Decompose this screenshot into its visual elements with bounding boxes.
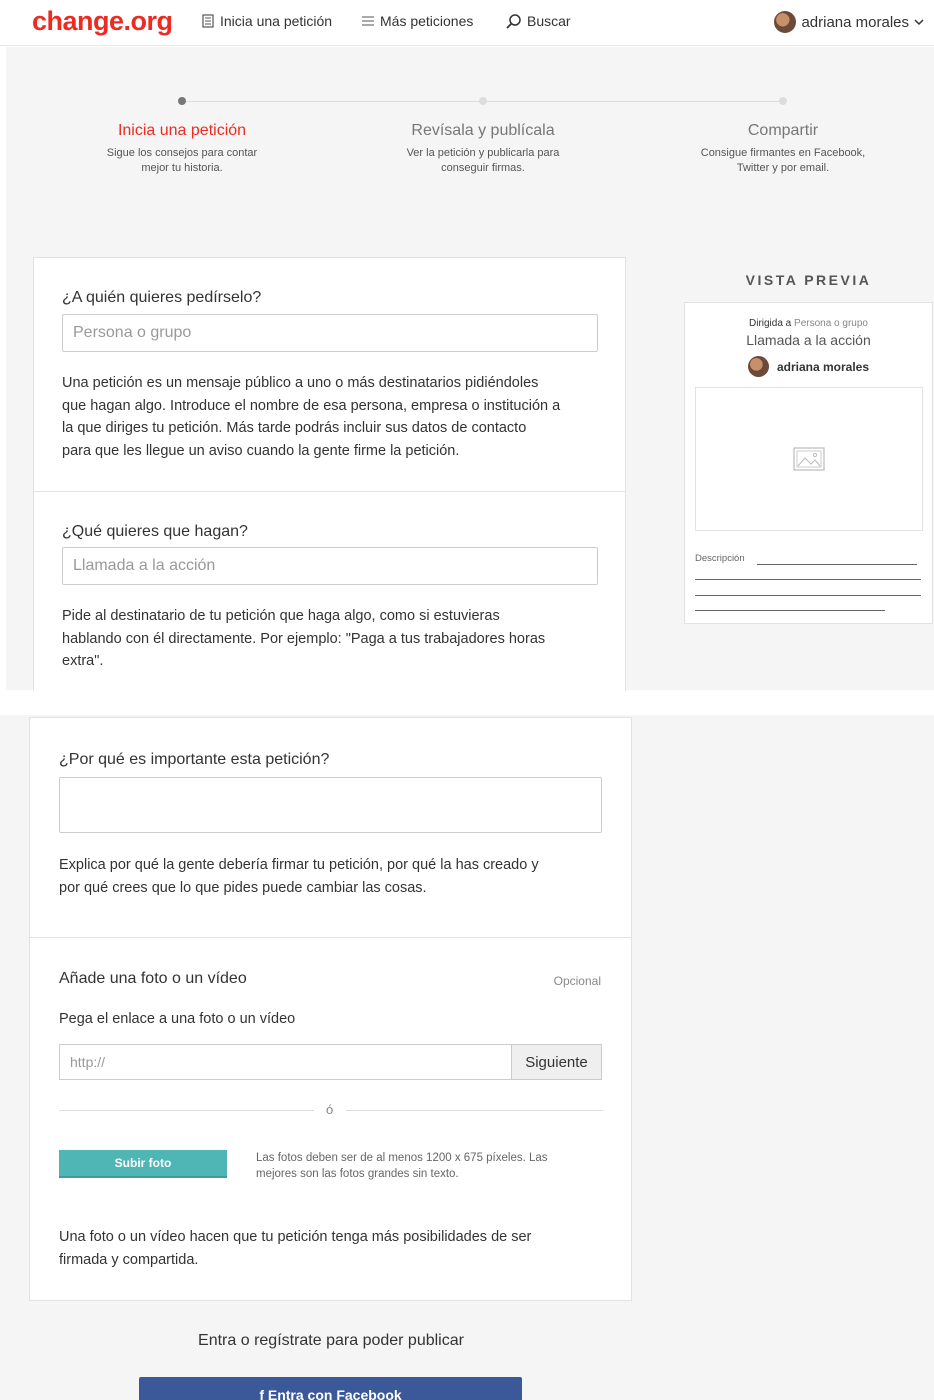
- list-icon: [362, 16, 374, 26]
- nav-more-petitions-label: Más peticiones: [380, 13, 474, 29]
- help-line: por qué crees que lo que pides puede cam…: [59, 879, 427, 896]
- action-title: ¿Qué quieres que hagan?: [62, 523, 248, 540]
- document-icon: [202, 14, 214, 28]
- nav-search[interactable]: Buscar: [506, 13, 571, 29]
- url-input[interactable]: http://: [59, 1044, 511, 1080]
- nav-search-label: Buscar: [527, 13, 571, 29]
- petition-form-card-bottom: ¿Por qué es importante esta petición? Ex…: [29, 717, 632, 1301]
- or-divider-right: [346, 1110, 603, 1111]
- step-start: Inicia una petición Sigue los consejos p…: [62, 122, 302, 176]
- facebook-login-button[interactable]: f Entra con Facebook: [139, 1377, 522, 1400]
- upload-note: Las fotos deben ser de al menos 1200 x 6…: [256, 1150, 596, 1182]
- why-help: Explica por qué la gente debería firmar …: [59, 854, 539, 899]
- recipient-help: Una petición es un mensaje público a uno…: [62, 372, 560, 462]
- nav-start-petition[interactable]: Inicia una petición: [202, 13, 332, 29]
- help-line: Una petición es un mensaje público a uno…: [62, 375, 539, 391]
- or-text: ó: [326, 1102, 334, 1117]
- media-title: Añade una foto o un vídeo: [59, 970, 247, 987]
- login-prompt: Entra o regístrate para poder publicar: [198, 1332, 464, 1349]
- preview-desc-line: [757, 564, 917, 565]
- avatar: [747, 356, 769, 377]
- next-button[interactable]: Siguiente: [511, 1044, 602, 1080]
- preview-card: Dirigida a Persona o grupo Llamada a la …: [684, 302, 933, 624]
- step-title: Compartir: [747, 122, 819, 139]
- help-line: la que diriges tu petición. Más tarde po…: [62, 420, 527, 436]
- action-input[interactable]: Llamada a la acción: [62, 547, 598, 585]
- optional-label: Opcional: [553, 974, 601, 988]
- preview-author-name: adriana morales: [776, 359, 870, 374]
- chevron-down-icon: [914, 19, 924, 26]
- step-desc-line: Consigue firmantes en Facebook,: [700, 147, 866, 159]
- preview-title: Llamada a la acción: [746, 332, 871, 348]
- user-menu[interactable]: adriana morales: [774, 11, 924, 33]
- step-review: Revísala y publícala Ver la petición y p…: [363, 122, 603, 176]
- preview-image-placeholder: [695, 387, 923, 531]
- upload-photo-button[interactable]: Subir foto: [59, 1150, 227, 1178]
- help-line: que hagan algo. Introduce el nombre de e…: [62, 397, 561, 414]
- preview-author: adriana morales: [685, 356, 932, 377]
- help-line: para que les llegue un aviso cuando la g…: [62, 442, 460, 459]
- section-divider: [34, 491, 625, 492]
- step-dot-2: [479, 97, 487, 105]
- preview-desc-line: [695, 610, 885, 611]
- help-line: Pide al destinatario de tu petición que …: [62, 608, 500, 624]
- media-link-label: Pega el enlace a una foto o un vídeo: [59, 1011, 296, 1027]
- petition-form-card-top: ¿A quién quieres pedírselo? Persona o gr…: [33, 257, 626, 691]
- step-title: Revísala y publícala: [411, 122, 555, 139]
- search-icon: [506, 13, 521, 29]
- step-title: Inicia una petición: [117, 122, 247, 139]
- recipient-title: ¿A quién quieres pedírselo?: [62, 289, 262, 306]
- why-textarea[interactable]: [59, 777, 602, 833]
- change-org-logo[interactable]: change.org: [32, 6, 173, 37]
- upload-note-line: mejores son las fotos grandes sin texto.: [256, 1168, 459, 1180]
- step-dot-3: [779, 97, 787, 105]
- help-line: Explica por qué la gente debería firmar …: [59, 857, 539, 873]
- step-desc-line: Ver la petición y publicarla para: [406, 147, 560, 159]
- section-divider: [30, 937, 631, 938]
- media-help: Una foto o un vídeo hacen que tu petició…: [59, 1226, 531, 1271]
- preview-desc-line: [695, 595, 921, 596]
- step-desc-line: mejor tu historia.: [141, 162, 223, 174]
- nav-more-petitions[interactable]: Más peticiones: [362, 13, 473, 29]
- preview-desc-line: [695, 579, 921, 580]
- avatar: [774, 11, 797, 33]
- action-help: Pide al destinatario de tu petición que …: [62, 605, 545, 673]
- step-share: Compartir Consigue firmantes en Facebook…: [663, 122, 903, 176]
- step-desc-line: Sigue los consejos para contar: [106, 147, 258, 159]
- image-placeholder-icon: [793, 447, 825, 471]
- preview-desc-label: Descripción: [695, 553, 745, 564]
- why-title: ¿Por qué es importante esta petición?: [59, 751, 330, 768]
- user-name: adriana morales: [801, 13, 909, 31]
- preview-label: VISTA PREVIA: [745, 272, 872, 288]
- preview-to-value: Persona o grupo: [794, 318, 868, 329]
- recipient-input[interactable]: Persona o grupo: [62, 314, 598, 352]
- help-line: hablando con él directamente. Por ejempl…: [62, 630, 546, 647]
- step-desc-line: conseguir firmas.: [441, 162, 525, 174]
- top-nav-bar: change.org Inicia una petición Más petic…: [0, 0, 934, 46]
- help-line: extra".: [62, 653, 104, 669]
- preview-to-prefix: Dirigida a: [749, 318, 792, 329]
- preview-recipient: Dirigida a Persona o grupo: [685, 318, 932, 329]
- step-desc-line: Twitter y por email.: [736, 162, 830, 174]
- upload-note-line: Las fotos deben ser de al menos 1200 x 6…: [256, 1152, 548, 1164]
- step-dot-1: [178, 97, 186, 105]
- help-line: Una foto o un vídeo hacen que tu petició…: [59, 1229, 532, 1245]
- url-input-group: http:// Siguiente: [59, 1044, 602, 1080]
- nav-start-petition-label: Inicia una petición: [220, 13, 333, 29]
- or-divider-left: [59, 1110, 314, 1111]
- help-line: firmada y compartida.: [59, 1251, 199, 1268]
